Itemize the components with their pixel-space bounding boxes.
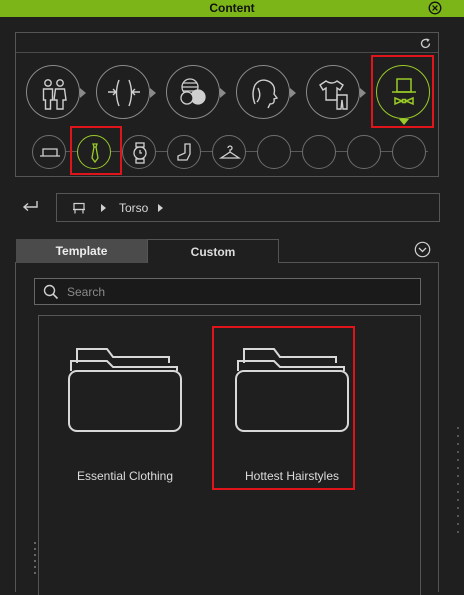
breadcrumb-separator-icon (101, 204, 106, 212)
subitem-watch-button[interactable] (122, 135, 156, 169)
watch-icon (133, 142, 147, 164)
category-panel (15, 32, 439, 177)
search-icon (43, 284, 59, 300)
folder-icon (68, 348, 182, 432)
clothes-icon (319, 80, 348, 110)
chevron-down-icon[interactable] (414, 241, 431, 258)
subitem-hanger-button[interactable] (212, 135, 246, 169)
breadcrumb-item-torso[interactable]: Torso (119, 201, 148, 215)
pointer-arrow (290, 88, 296, 98)
subitem-empty-slot[interactable] (392, 135, 426, 169)
tie-icon (91, 143, 99, 164)
pointer-arrow (220, 88, 226, 98)
subitem-empty-slot[interactable] (347, 135, 381, 169)
tab-custom[interactable]: Custom (147, 239, 279, 263)
hat-icon (40, 148, 60, 157)
sock-icon (177, 143, 191, 161)
search-input[interactable] (67, 283, 407, 301)
hanger-icon (218, 145, 242, 159)
panel-header (16, 33, 438, 53)
head-icon (252, 79, 279, 109)
title-bar: Content (0, 0, 464, 17)
back-icon[interactable] (20, 198, 40, 214)
refresh-icon[interactable] (419, 37, 432, 50)
pointer-arrow (360, 88, 366, 98)
morph-icon (108, 79, 140, 107)
breadcrumb: Torso (56, 193, 440, 222)
tab-template[interactable]: Template (16, 239, 147, 263)
folder-label: Hottest Hairstyles (244, 469, 340, 483)
folder-item[interactable]: Hottest Hairstyles (222, 341, 362, 491)
breadcrumb-separator-icon[interactable] (158, 204, 163, 212)
category-body-button[interactable] (26, 65, 86, 119)
subitem-tie-button[interactable] (77, 135, 111, 169)
folder-icon (235, 348, 349, 432)
category-accessories-button[interactable] (376, 65, 430, 125)
category-head-button[interactable] (236, 65, 296, 119)
category-morph-button[interactable] (96, 65, 156, 119)
window-title: Content (209, 1, 255, 15)
subitem-hat-button[interactable] (32, 135, 66, 169)
subitem-sock-button[interactable] (167, 135, 201, 169)
pointer-arrow (399, 119, 409, 125)
search-box (34, 278, 421, 305)
people-icon (42, 79, 67, 110)
folder-label: Essential Clothing (76, 469, 174, 483)
subitem-empty-slot[interactable] (257, 135, 291, 169)
close-icon[interactable] (428, 1, 442, 15)
home-icon[interactable] (72, 202, 86, 215)
category-clothing-button[interactable] (306, 65, 366, 119)
folder-item[interactable]: Essential Clothing (55, 341, 195, 491)
resize-grip[interactable] (33, 540, 37, 580)
content-grid: Essential Clothing Hottest Hairstyles (38, 315, 421, 595)
category-material-button[interactable] (166, 65, 226, 119)
pointer-arrow (150, 88, 156, 98)
pointer-arrow (80, 88, 86, 98)
subitem-empty-slot[interactable] (302, 135, 336, 169)
hat-bowtie-icon (392, 78, 416, 106)
spheres-icon (180, 78, 206, 105)
resize-grip[interactable] (455, 425, 461, 545)
